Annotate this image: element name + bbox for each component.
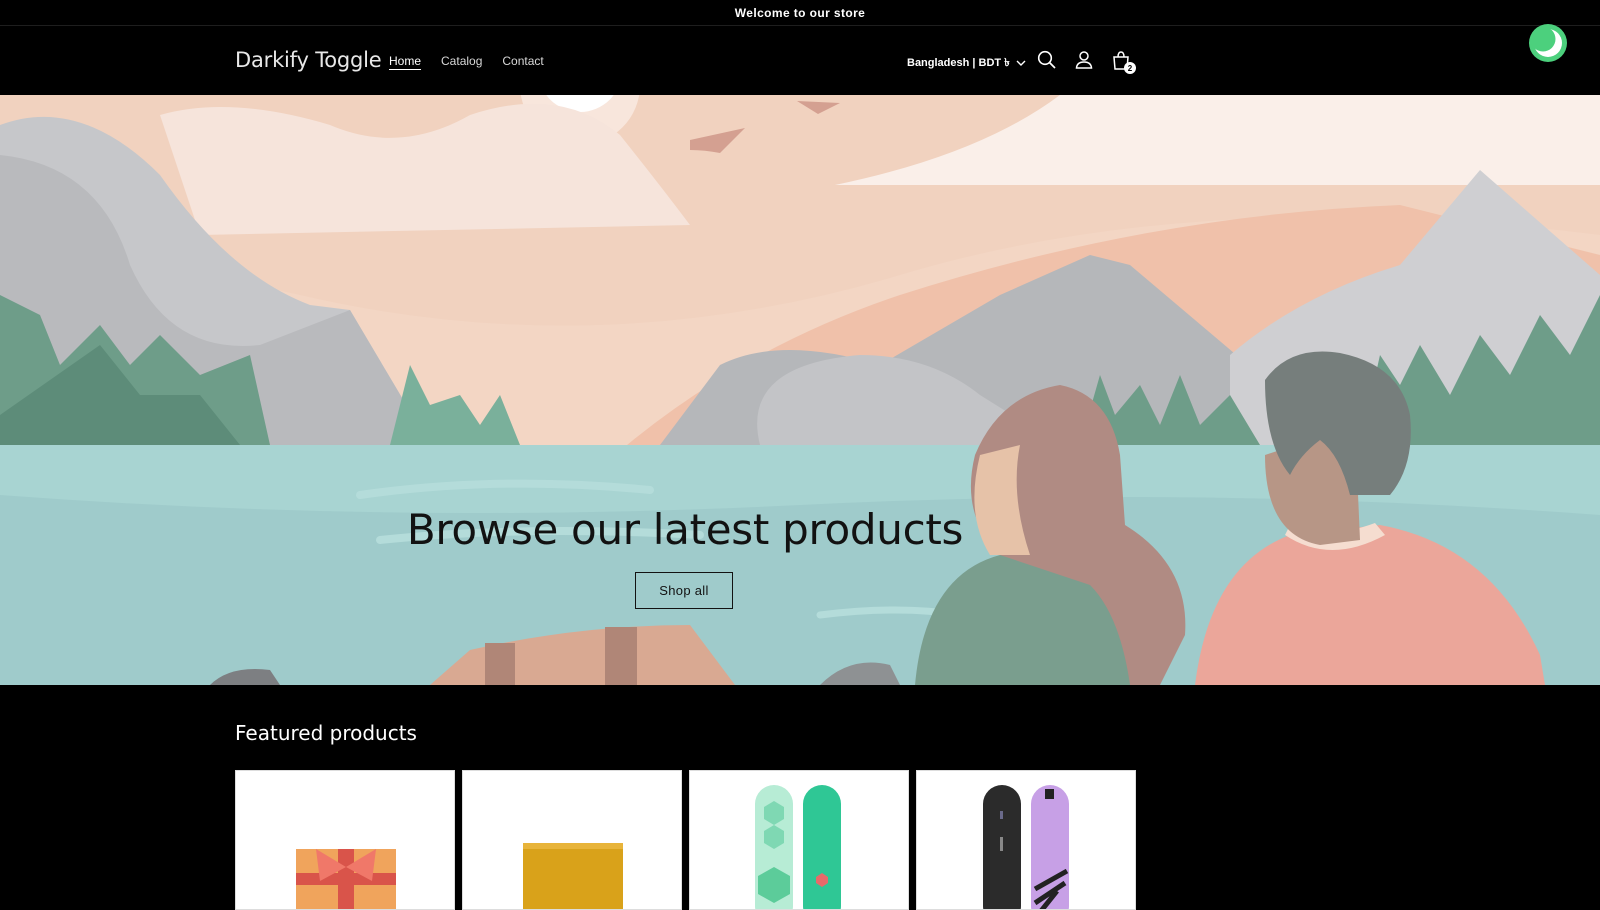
account-icon[interactable] bbox=[1073, 49, 1095, 71]
shop-all-button[interactable]: Shop all bbox=[635, 572, 733, 609]
product-card[interactable] bbox=[689, 770, 909, 910]
hero-illustration bbox=[0, 95, 1600, 685]
hero-title: Browse our latest products bbox=[406, 505, 964, 554]
chevron-down-icon bbox=[1016, 60, 1026, 66]
hero-banner: Browse our latest products Shop all bbox=[0, 95, 1600, 685]
announcement-text: Welcome to our store bbox=[734, 5, 866, 20]
nav-home[interactable]: Home bbox=[389, 54, 421, 68]
nav-contact[interactable]: Contact bbox=[502, 54, 543, 68]
cart-icon[interactable]: 2 bbox=[1110, 49, 1136, 74]
cart-count-badge: 2 bbox=[1124, 62, 1136, 74]
dark-mode-toggle[interactable] bbox=[1529, 24, 1567, 62]
product-card[interactable] bbox=[235, 770, 455, 910]
nav-catalog[interactable]: Catalog bbox=[441, 54, 482, 68]
announcement-bar: Welcome to our store bbox=[0, 0, 1600, 26]
wax-bar-image bbox=[523, 843, 623, 909]
featured-products-title: Featured products bbox=[235, 721, 417, 745]
moon-icon bbox=[1530, 26, 1562, 57]
country-selector-label: Bangladesh | BDT ৳ bbox=[907, 57, 1010, 69]
product-card[interactable] bbox=[916, 770, 1136, 910]
purple-snowboard-image bbox=[983, 785, 1069, 909]
product-card[interactable] bbox=[462, 770, 682, 910]
gift-card-image bbox=[296, 849, 396, 909]
country-selector[interactable]: Bangladesh | BDT ৳ bbox=[907, 54, 1026, 73]
site-header: Darkify Toggle Home Catalog Contact Bang… bbox=[0, 26, 1600, 95]
green-snowboard-image bbox=[755, 785, 841, 909]
store-logo[interactable]: Darkify Toggle bbox=[235, 48, 382, 72]
search-icon[interactable] bbox=[1036, 49, 1058, 71]
main-nav: Home Catalog Contact bbox=[389, 54, 544, 68]
